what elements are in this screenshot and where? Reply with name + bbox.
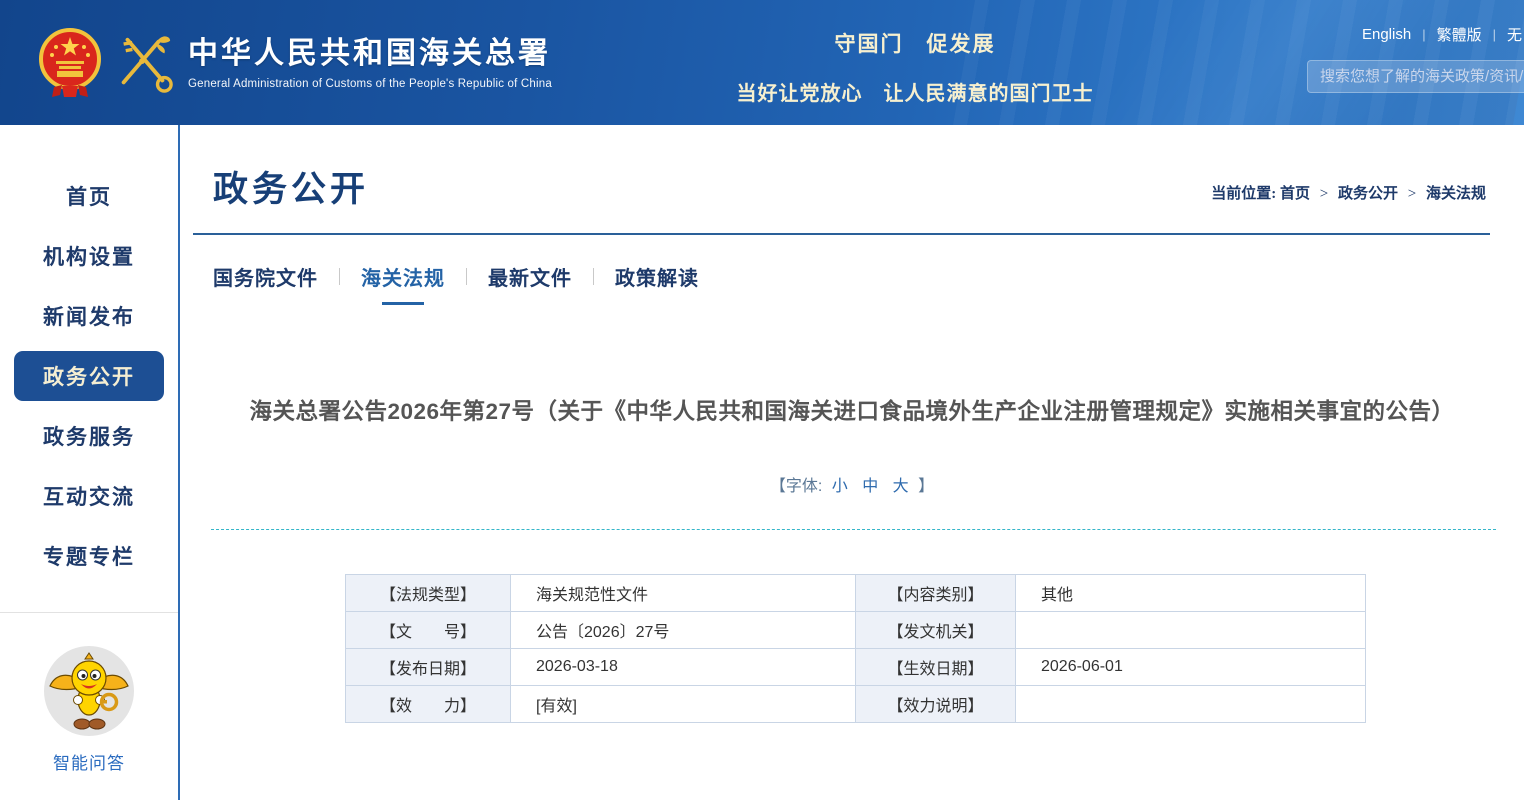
sidebar-item-structure[interactable]: 机构设置 [0, 231, 178, 281]
main-content: 政务公开 当前位置: 首页 > 政务公开 > 海关法规 国务院文件 海关法规 最… [180, 125, 1524, 800]
page-head: 政务公开 当前位置: 首页 > 政务公开 > 海关法规 [193, 125, 1490, 235]
meta-value-law-type: 海关规范性文件 [511, 575, 856, 612]
font-size-label-close: 】 [918, 478, 934, 495]
font-size-label-open: 【字体: [770, 478, 822, 495]
meta-value-doc-number: 公告〔2026〕27号 [511, 612, 856, 649]
lang-link-accessibility[interactable]: 无 [1507, 24, 1522, 45]
lang-link-english[interactable]: English [1362, 26, 1411, 43]
sidebar-nav: 首页 机构设置 新闻发布 政务公开 政务服务 互动交流 专题专栏 [0, 125, 178, 581]
sidebar-item-home[interactable]: 首页 [0, 171, 178, 221]
language-bar: English | 繁體版 | 无 [1362, 24, 1522, 45]
meta-value-effective-date: 2026-06-01 [1016, 649, 1366, 686]
article-title: 海关总署公告2026年第27号（关于《中华人民共和国海关进口食品境外生产企业注册… [220, 395, 1484, 428]
header-slogans: 守国门 促发展 当好让党放心 让人民满意的国门卫士 [700, 28, 1130, 106]
meta-label-publish-date: 【发布日期】 [346, 649, 511, 686]
search-input[interactable] [1308, 61, 1524, 92]
breadcrumb-separator: > [1408, 186, 1416, 202]
tab-separator [339, 268, 340, 285]
meta-value-validity: [有效] [511, 686, 856, 723]
meta-label-content-cat: 【内容类别】 [856, 575, 1016, 612]
smart-qa-label[interactable]: 智能问答 [0, 749, 178, 774]
meta-value-content-cat: 其他 [1016, 575, 1366, 612]
table-row: 【文 号】 公告〔2026〕27号 【发文机关】 [346, 612, 1366, 649]
tab-latest-docs[interactable]: 最新文件 [488, 262, 572, 291]
breadcrumb-customs-laws[interactable]: 海关法规 [1426, 186, 1486, 202]
national-emblem-icon [38, 25, 102, 101]
sidebar-divider [0, 612, 178, 613]
tab-policy-interpretation[interactable]: 政策解读 [615, 262, 699, 291]
table-row: 【发布日期】 2026-03-18 【生效日期】 2026-06-01 [346, 649, 1366, 686]
meta-label-law-type: 【法规类型】 [346, 575, 511, 612]
site-subtitle: General Administration of Customs of the… [188, 78, 552, 90]
breadcrumb-prefix: 当前位置: [1211, 186, 1276, 202]
sidebar-item-gov-service[interactable]: 政务服务 [0, 411, 178, 461]
meta-value-validity-note [1016, 686, 1366, 723]
lang-link-traditional[interactable]: 繁體版 [1437, 24, 1482, 45]
slogan-line-2: 当好让党放心 让人民满意的国门卫士 [700, 77, 1130, 106]
font-size-bar: 【字体: 小 中 大 】 [180, 472, 1524, 496]
meta-label-doc-number: 【文 号】 [346, 612, 511, 649]
meta-value-publish-date: 2026-03-18 [511, 649, 856, 686]
breadcrumb-separator: > [1320, 186, 1328, 202]
dashed-divider [211, 529, 1496, 530]
section-tabs: 国务院文件 海关法规 最新文件 政策解读 [213, 261, 1524, 291]
table-row: 【效 力】 [有效] 【效力说明】 [346, 686, 1366, 723]
page-title: 政务公开 [213, 161, 369, 212]
breadcrumb-home[interactable]: 首页 [1280, 186, 1310, 202]
meta-label-effective-date: 【生效日期】 [856, 649, 1016, 686]
active-tab-underline [382, 302, 424, 305]
site-title: 中华人民共和国海关总署 [188, 37, 552, 71]
breadcrumb-gov-disclosure[interactable]: 政务公开 [1338, 186, 1398, 202]
mascot-icon [43, 645, 135, 737]
sidebar-item-special[interactable]: 专题专栏 [0, 531, 178, 581]
lang-separator: | [1422, 27, 1425, 42]
sidebar-item-interaction[interactable]: 互动交流 [0, 471, 178, 521]
regulation-meta-table: 【法规类型】 海关规范性文件 【内容类别】 其他 【文 号】 公告〔2026〕2… [345, 574, 1366, 723]
customs-logo-icon [112, 32, 174, 94]
meta-label-validity: 【效 力】 [346, 686, 511, 723]
header-search [1307, 60, 1524, 93]
font-size-small[interactable]: 小 [832, 478, 848, 495]
tab-separator [593, 268, 594, 285]
font-size-large[interactable]: 大 [893, 478, 909, 495]
site-brand[interactable]: 中华人民共和国海关总署 General Administration of Cu… [38, 18, 552, 108]
brand-text: 中华人民共和国海关总署 General Administration of Cu… [188, 37, 552, 90]
meta-label-issuing-organ: 【发文机关】 [856, 612, 1016, 649]
meta-label-validity-note: 【效力说明】 [856, 686, 1016, 723]
font-size-medium[interactable]: 中 [862, 478, 878, 495]
tab-customs-laws-label: 海关法规 [361, 268, 445, 290]
tab-separator [466, 268, 467, 285]
slogan-line-1: 守国门 促发展 [700, 28, 1130, 58]
lang-separator: | [1493, 27, 1496, 42]
tab-state-council-docs[interactable]: 国务院文件 [213, 262, 318, 291]
smart-qa-widget[interactable]: 智能问答 [0, 645, 178, 774]
site-header: 中华人民共和国海关总署 General Administration of Cu… [0, 0, 1524, 125]
sidebar-item-gov-disclosure[interactable]: 政务公开 [14, 351, 164, 401]
table-row: 【法规类型】 海关规范性文件 【内容类别】 其他 [346, 575, 1366, 612]
tab-customs-laws[interactable]: 海关法规 [361, 262, 445, 291]
sidebar: 首页 机构设置 新闻发布 政务公开 政务服务 互动交流 专题专栏 [0, 125, 180, 800]
sidebar-item-news[interactable]: 新闻发布 [0, 291, 178, 341]
breadcrumb: 当前位置: 首页 > 政务公开 > 海关法规 [1211, 182, 1486, 203]
meta-value-issuing-organ [1016, 612, 1366, 649]
